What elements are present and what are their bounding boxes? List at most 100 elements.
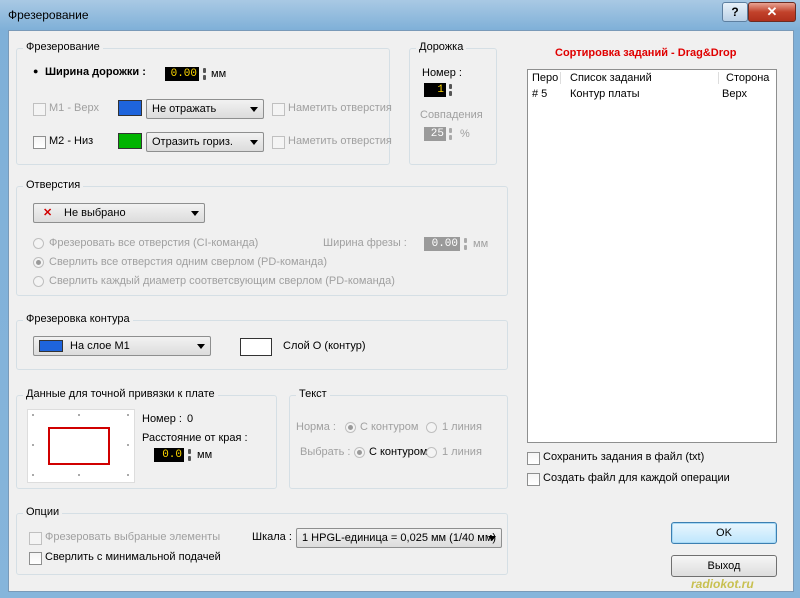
binding-group: Данные для точной привязки к плате Номер… <box>16 388 277 489</box>
m2-mirror-value: Отразить гориз. <box>152 136 233 148</box>
scale-select-value: 1 HPGL-единица = 0,025 мм (1/40 мм) <box>302 532 497 544</box>
corner-dot <box>32 444 34 446</box>
binding-number-label: Номер : <box>142 413 182 425</box>
mill-selected-label: Фрезеровать выбраные элементы <box>45 531 221 543</box>
options-legend: Опции <box>23 506 63 518</box>
holes-group: Отверстия ✕ Не выбрано Фрезеровать все о… <box>16 179 508 296</box>
board-preview <box>27 409 135 483</box>
cutter-width-spinner[interactable] <box>463 237 468 251</box>
corner-dot <box>78 474 80 476</box>
binding-legend: Данные для точной привязки к плате <box>23 388 218 400</box>
corner-dot <box>78 414 80 416</box>
contour-color-swatch <box>39 340 63 352</box>
cutter-width-unit: мм <box>473 238 489 250</box>
text-norm-contour-label: С контуром <box>360 421 419 433</box>
holes-drill-each-radio[interactable] <box>33 276 44 287</box>
track-number-spinner[interactable] <box>448 83 453 97</box>
holes-drill-one-radio[interactable] <box>33 257 44 268</box>
holes-select-value: Не выбрано <box>64 207 126 219</box>
m2-checkbox[interactable] <box>33 136 46 149</box>
cutter-width-label: Ширина фрезы : <box>323 237 407 249</box>
milling-legend: Фрезерование <box>23 41 103 53</box>
m2-color-swatch[interactable] <box>118 133 142 149</box>
track-match-spinner[interactable] <box>448 127 453 141</box>
create-file-each-checkbox[interactable] <box>527 473 540 486</box>
sorting-title: Сортировка заданий - Drag&Drop <box>555 47 737 59</box>
row-pen: # 5 <box>532 88 548 100</box>
text-select-contour-label: С контуром <box>369 446 428 458</box>
m1-mark-holes-checkbox[interactable] <box>272 103 285 116</box>
text-norm-oneline-label: 1 линия <box>442 421 482 433</box>
m1-mark-holes-label: Наметить отверстия <box>288 102 392 114</box>
save-to-file-checkbox[interactable] <box>527 452 540 465</box>
chevron-down-icon <box>488 536 496 541</box>
corner-dot <box>32 474 34 476</box>
close-icon[interactable]: ✕ <box>748 2 796 22</box>
column-header-task[interactable]: Список заданий <box>570 72 652 84</box>
text-select-oneline-radio[interactable] <box>426 447 437 458</box>
holes-select[interactable]: ✕ Не выбрано <box>33 203 205 223</box>
row-side: Верх <box>722 88 747 100</box>
text-norm-label: Норма : <box>296 421 336 433</box>
track-width-label: Ширина дорожки : <box>45 66 146 78</box>
contour-layer-label: Слой O (контур) <box>283 340 366 352</box>
m2-mark-holes-label: Наметить отверстия <box>288 135 392 147</box>
help-icon[interactable]: ? <box>722 2 748 22</box>
edge-distance-spinner[interactable] <box>187 448 192 462</box>
text-norm-oneline-radio[interactable] <box>426 422 437 433</box>
m1-color-swatch[interactable] <box>118 100 142 116</box>
save-to-file-label: Сохранить задания в файл (txt) <box>543 451 705 463</box>
corner-dot <box>32 414 34 416</box>
track-width-spinner[interactable] <box>202 67 207 81</box>
row-task: Контур платы <box>570 88 640 100</box>
m1-mirror-select[interactable]: Не отражать <box>146 99 264 119</box>
scale-select[interactable]: 1 HPGL-единица = 0,025 мм (1/40 мм) <box>296 528 502 548</box>
m2-mirror-select[interactable]: Отразить гориз. <box>146 132 264 152</box>
m1-checkbox[interactable] <box>33 103 46 116</box>
contour-layer-value: На слое M1 <box>70 340 130 352</box>
text-select-contour-radio[interactable] <box>354 447 365 458</box>
dialog-body: Фрезерование ● Ширина дорожки : 0.00 мм … <box>8 30 794 592</box>
edge-distance-unit: мм <box>197 449 213 461</box>
edge-distance-label: Расстояние от края : <box>142 432 248 444</box>
cutter-width-input[interactable]: 0.00 <box>424 237 460 251</box>
milling-group: Фрезерование ● Ширина дорожки : 0.00 мм … <box>16 41 392 165</box>
edge-distance-input[interactable]: 0.0 <box>154 448 184 462</box>
track-match-label: Совпадения <box>420 109 483 121</box>
mill-selected-checkbox[interactable] <box>29 532 42 545</box>
corner-dot <box>127 444 129 446</box>
text-legend: Текст <box>296 388 330 400</box>
column-header-side[interactable]: Сторона <box>726 72 769 84</box>
track-number-input[interactable]: 1 <box>424 83 446 97</box>
drill-min-feed-label: Сверлить с минимальной подачей <box>45 551 221 563</box>
table-row[interactable]: # 5 Контур платы Верх <box>528 87 776 101</box>
ok-button[interactable]: OK <box>671 522 777 544</box>
binding-number-value: 0 <box>187 413 194 425</box>
m2-label: M2 - Низ <box>49 135 94 147</box>
task-list[interactable]: Перо Список заданий Сторона # 5 Контур п… <box>527 69 777 443</box>
m2-mark-holes-checkbox[interactable] <box>272 136 285 149</box>
holes-drill-one-label: Сверлить все отверстия одним сверлом (PD… <box>49 256 327 268</box>
contour-layer-select[interactable]: На слое M1 <box>33 336 211 356</box>
text-norm-contour-radio[interactable] <box>345 422 356 433</box>
board-rectangle <box>48 427 110 465</box>
watermark: radiokot.ru <box>691 577 754 591</box>
exit-button[interactable]: Выход <box>671 555 777 577</box>
contour-group: Фрезеровка контура На слое M1 Слой O (ко… <box>16 313 508 370</box>
dialog-window: Фрезерование ? ✕ Фрезерование ● Ширина д… <box>0 0 800 598</box>
track-width-input[interactable]: 0.00 <box>165 67 199 81</box>
holes-mill-all-label: Фрезеровать все отверстия (CI-команда) <box>49 237 259 249</box>
chevron-down-icon <box>197 344 205 349</box>
options-group: Опции Фрезеровать выбраные элементы Свер… <box>16 506 508 575</box>
track-match-unit: % <box>460 128 470 140</box>
chevron-down-icon <box>250 140 258 145</box>
create-file-each-label: Создать файл для каждой операции <box>543 472 730 484</box>
holes-mill-all-radio[interactable] <box>33 238 44 249</box>
contour-layer-swatch[interactable] <box>240 338 272 356</box>
track-match-input[interactable]: 25 <box>424 127 446 141</box>
text-group: Текст Норма : С контуром 1 линия Выбрать… <box>289 388 508 489</box>
track-group: Дорожка Номер : 1 Совпадения 25 % <box>409 41 497 165</box>
drill-min-feed-checkbox[interactable] <box>29 552 42 565</box>
column-header-pen[interactable]: Перо <box>532 72 558 84</box>
track-number-label: Номер : <box>422 67 462 79</box>
